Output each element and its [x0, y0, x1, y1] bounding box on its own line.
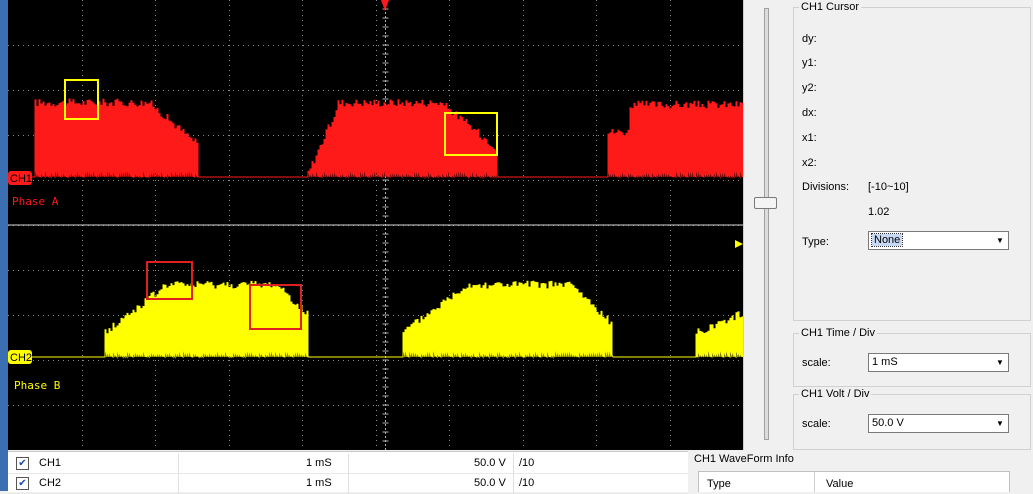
chevron-down-icon: ▼ — [996, 236, 1004, 245]
channel-row-ch2[interactable]: ✔ CH2 1 mS 50.0 V /10 — [8, 474, 688, 494]
ch2-wave-trace — [8, 280, 743, 359]
channel-div: /10 — [519, 477, 535, 489]
ch2-label: Phase B — [14, 379, 61, 392]
cursor-type-value: None — [870, 233, 904, 247]
waveform-info-title: CH1 WaveForm Info — [694, 453, 794, 465]
ch1-marker: CH1 — [10, 173, 32, 185]
channel-list: ✔ CH1 1 mS 50.0 V /10 ✔ CH2 1 mS 50.0 V … — [8, 451, 688, 494]
dy-label: dy: — [802, 33, 817, 45]
cursor-type-select[interactable]: None ▼ — [868, 231, 1009, 250]
time-scale-select[interactable]: 1 mS ▼ — [868, 353, 1009, 372]
column-header-type[interactable]: Type — [707, 478, 731, 490]
scope-canvas: CH1 Phase A CH2 Phase B — [8, 0, 743, 450]
channel-volt: 50.0 V — [474, 457, 506, 469]
ch2-level-marker-icon — [735, 240, 743, 248]
divisions-range: [-10~10] — [868, 181, 909, 193]
channel-volt: 50.0 V — [474, 477, 506, 489]
channel-name: CH2 — [39, 477, 62, 489]
cursor-panel-title: CH1 Cursor — [799, 1, 862, 13]
waveform-info-table: Type Value — [698, 471, 1010, 492]
ch1-waveform — [8, 98, 743, 179]
time-div-panel: CH1 Time / Div scale: 1 mS ▼ — [789, 326, 1033, 387]
type-label: Type: — [802, 236, 829, 248]
x1-label: x1: — [802, 132, 817, 144]
volt-div-panel: CH1 Volt / Div scale: 50.0 V ▼ — [789, 387, 1033, 450]
ch1-wave-trace — [8, 98, 743, 179]
column-header-value[interactable]: Value — [826, 478, 853, 490]
volt-scale-value: 50.0 V — [872, 417, 904, 429]
oscilloscope-display[interactable]: CH1 Phase A CH2 Phase B — [8, 0, 743, 450]
slider-track[interactable] — [764, 8, 769, 440]
ch2-marker: CH2 — [10, 352, 32, 364]
chevron-down-icon: ▼ — [996, 358, 1004, 367]
channel-time: 1 mS — [306, 457, 332, 469]
slider-thumb[interactable] — [754, 197, 777, 209]
cursor-panel: CH1 Cursor dy: y1: y2: dx: x1: x2: Divis… — [789, 0, 1033, 322]
chevron-down-icon: ▼ — [996, 419, 1004, 428]
divisions-value: 1.02 — [868, 206, 890, 218]
channel-time: 1 mS — [306, 477, 332, 489]
vertical-slider-panel — [743, 0, 789, 450]
y1-label: y1: — [802, 57, 817, 69]
channel-div: /10 — [519, 457, 535, 469]
dx-label: dx: — [802, 107, 817, 119]
volt-panel-title: CH1 Volt / Div — [799, 388, 872, 400]
checkbox-checked-icon[interactable]: ✔ — [16, 457, 29, 470]
window-left-edge — [0, 0, 8, 491]
channel-name: CH1 — [39, 457, 62, 469]
channel-row-ch1[interactable]: ✔ CH1 1 mS 50.0 V /10 — [8, 454, 688, 474]
divisions-label: Divisions: — [802, 181, 850, 193]
time-scale-value: 1 mS — [872, 356, 898, 368]
time-scale-label: scale: — [802, 357, 831, 369]
y2-label: y2: — [802, 82, 817, 94]
cursor-group-box — [793, 7, 1031, 321]
volt-scale-label: scale: — [802, 418, 831, 430]
waveform-info-panel: CH1 WaveForm Info Type Value — [688, 451, 1033, 492]
time-panel-title: CH1 Time / Div — [799, 327, 877, 339]
x2-label: x2: — [802, 157, 817, 169]
volt-scale-select[interactable]: 50.0 V ▼ — [868, 414, 1009, 433]
checkbox-checked-icon[interactable]: ✔ — [16, 477, 29, 490]
ch2-waveform — [8, 280, 743, 359]
ch1-label: Phase A — [12, 195, 59, 208]
